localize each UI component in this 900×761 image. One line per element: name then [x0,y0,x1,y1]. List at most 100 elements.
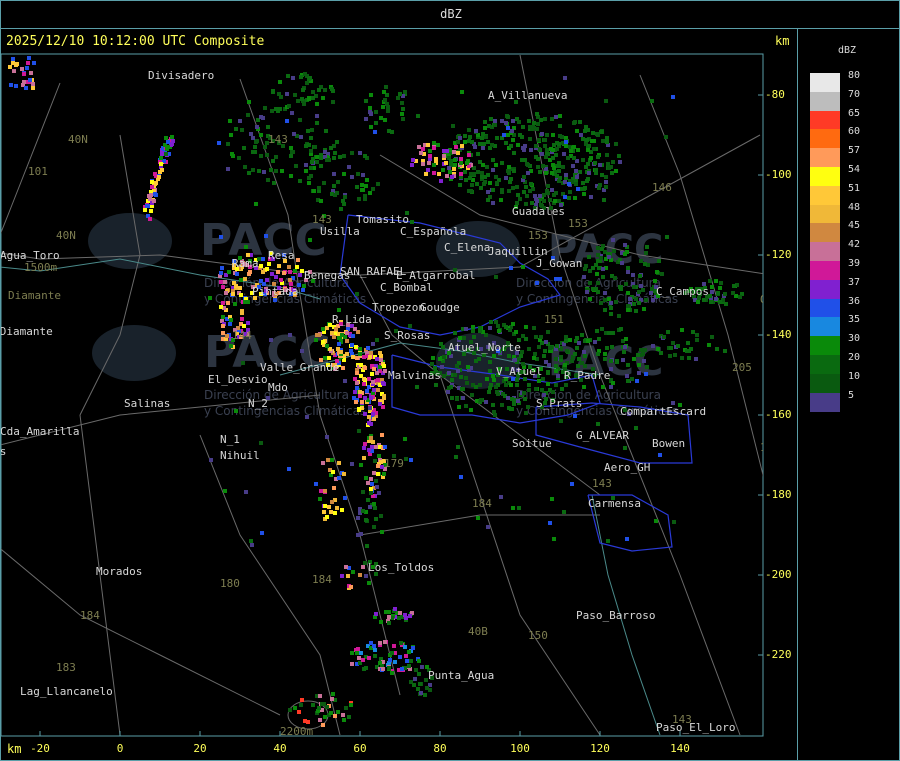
radar-echo-cell [606,539,610,543]
radar-echo-cell [644,251,648,255]
radar-echo-cell [718,286,722,290]
radar-echo-cell [581,137,585,141]
radar-echo-cell [508,328,512,332]
radar-echo-cell [259,441,263,445]
radar-echo-cell [455,397,459,401]
radar-echo-cell [542,199,546,203]
radar-echo-cell [542,193,546,197]
radar-echo-cell [470,140,474,144]
radar-echo-cell [244,490,248,494]
radar-echo-cell [488,360,492,364]
legend-color-swatch [810,73,840,93]
radar-echo-cell [584,125,588,129]
radar-echo-cell [600,173,604,177]
radar-echo-cell [512,398,516,402]
elevation-label: 184 [472,497,492,510]
radar-echo-cell [597,337,601,341]
legend-label: 36 [848,295,861,307]
radar-echo-cell [306,129,310,133]
radar-echo-cell [573,120,577,124]
place-label: Malvinas [388,369,441,382]
radar-echo-cell [369,477,373,481]
radar-echo-cell [344,706,348,710]
radar-echo-cell [653,279,657,283]
radar-echo-cell [32,61,36,65]
radar-echo-cell [478,142,482,146]
radar-echo-cell [710,285,714,289]
radar-echo-cell [377,454,381,458]
radar-echo-cell [500,161,504,165]
radar-echo-cell [604,175,608,179]
radar-echo-cell [469,189,473,193]
radar-echo-cell [471,325,475,329]
place-label: Salinas [124,397,170,410]
radar-echo-cell [291,76,295,80]
radar-echo-cell [372,388,376,392]
radar-echo-cell [359,363,363,367]
radar-echo-cell [486,525,490,529]
radar-echo-cell [527,388,531,392]
radar-echo-cell [563,180,567,184]
radar-echo-cell [351,355,355,359]
radar-echo-cell [250,543,254,547]
radar-echo-cell [643,348,647,352]
radar-echo-cell [337,308,341,312]
radar-echo-cell [208,296,212,300]
radar-echo-cell [506,126,510,130]
radar-echo-cell [304,169,308,173]
radar-echo-cell [543,117,547,121]
radar-echo-cell [312,189,316,193]
radar-echo-cell [482,142,486,146]
radar-echo-cell [342,172,346,176]
radar-echo-cell [564,140,568,144]
radar-echo-cell [545,189,549,193]
radar-echo-cell [527,383,531,387]
radar-echo-cell [691,330,695,334]
legend-color-swatch [810,185,840,206]
radar-echo-cell [229,133,233,137]
radar-echo-cell [539,335,543,339]
radar-echo-cell [363,154,367,158]
radar-echo-cell [460,90,464,94]
radar-echo-cell [494,320,498,324]
radar-echo-cell [342,718,346,722]
radar-echo-cell [695,338,699,342]
radar-echo-cell [347,715,351,719]
radar-echo-cell [362,377,366,381]
radar-echo-cell [481,146,485,150]
radar-echo-cell [335,140,339,144]
radar-echo-cell [645,365,649,369]
radar-echo-cell [732,284,736,288]
radar-map[interactable]: PACC PACCPACC PACCDirección de Agricultura… [0,0,798,761]
radar-echo-cell [536,165,540,169]
radar-echo-cell [369,422,373,426]
radar-echo-cell [354,345,358,349]
radar-echo-cell [528,137,532,141]
radar-echo-cell [600,327,604,331]
radar-echo-cell [356,172,360,176]
radar-echo-cell [318,694,322,698]
radar-echo-cell [159,162,163,166]
radar-echo-cell [486,190,490,194]
radar-echo-cell [626,363,630,367]
radar-echo-cell [563,195,567,199]
radar-echo-cell [319,199,323,203]
radar-echo-cell [278,80,282,84]
radar-echo-cell [486,140,490,144]
radar-echo-cell [494,163,498,167]
radar-echo-cell [323,356,327,360]
radar-echo-cell [259,154,263,158]
radar-echo-cell [557,179,561,183]
radar-echo-cell [338,155,342,159]
radar-echo-cell [543,138,547,142]
radar-echo-cell [493,123,497,127]
radar-echo-cell [307,97,311,101]
radar-echo-cell [558,124,562,128]
legend-color-swatch [810,279,840,300]
radar-echo-cell [517,120,521,124]
radar-echo-cell [298,118,302,122]
legend-label: 51 [848,182,861,194]
y-tick-label: -80 [765,88,785,101]
radar-echo-cell [533,194,537,198]
radar-echo-cell [504,141,508,145]
